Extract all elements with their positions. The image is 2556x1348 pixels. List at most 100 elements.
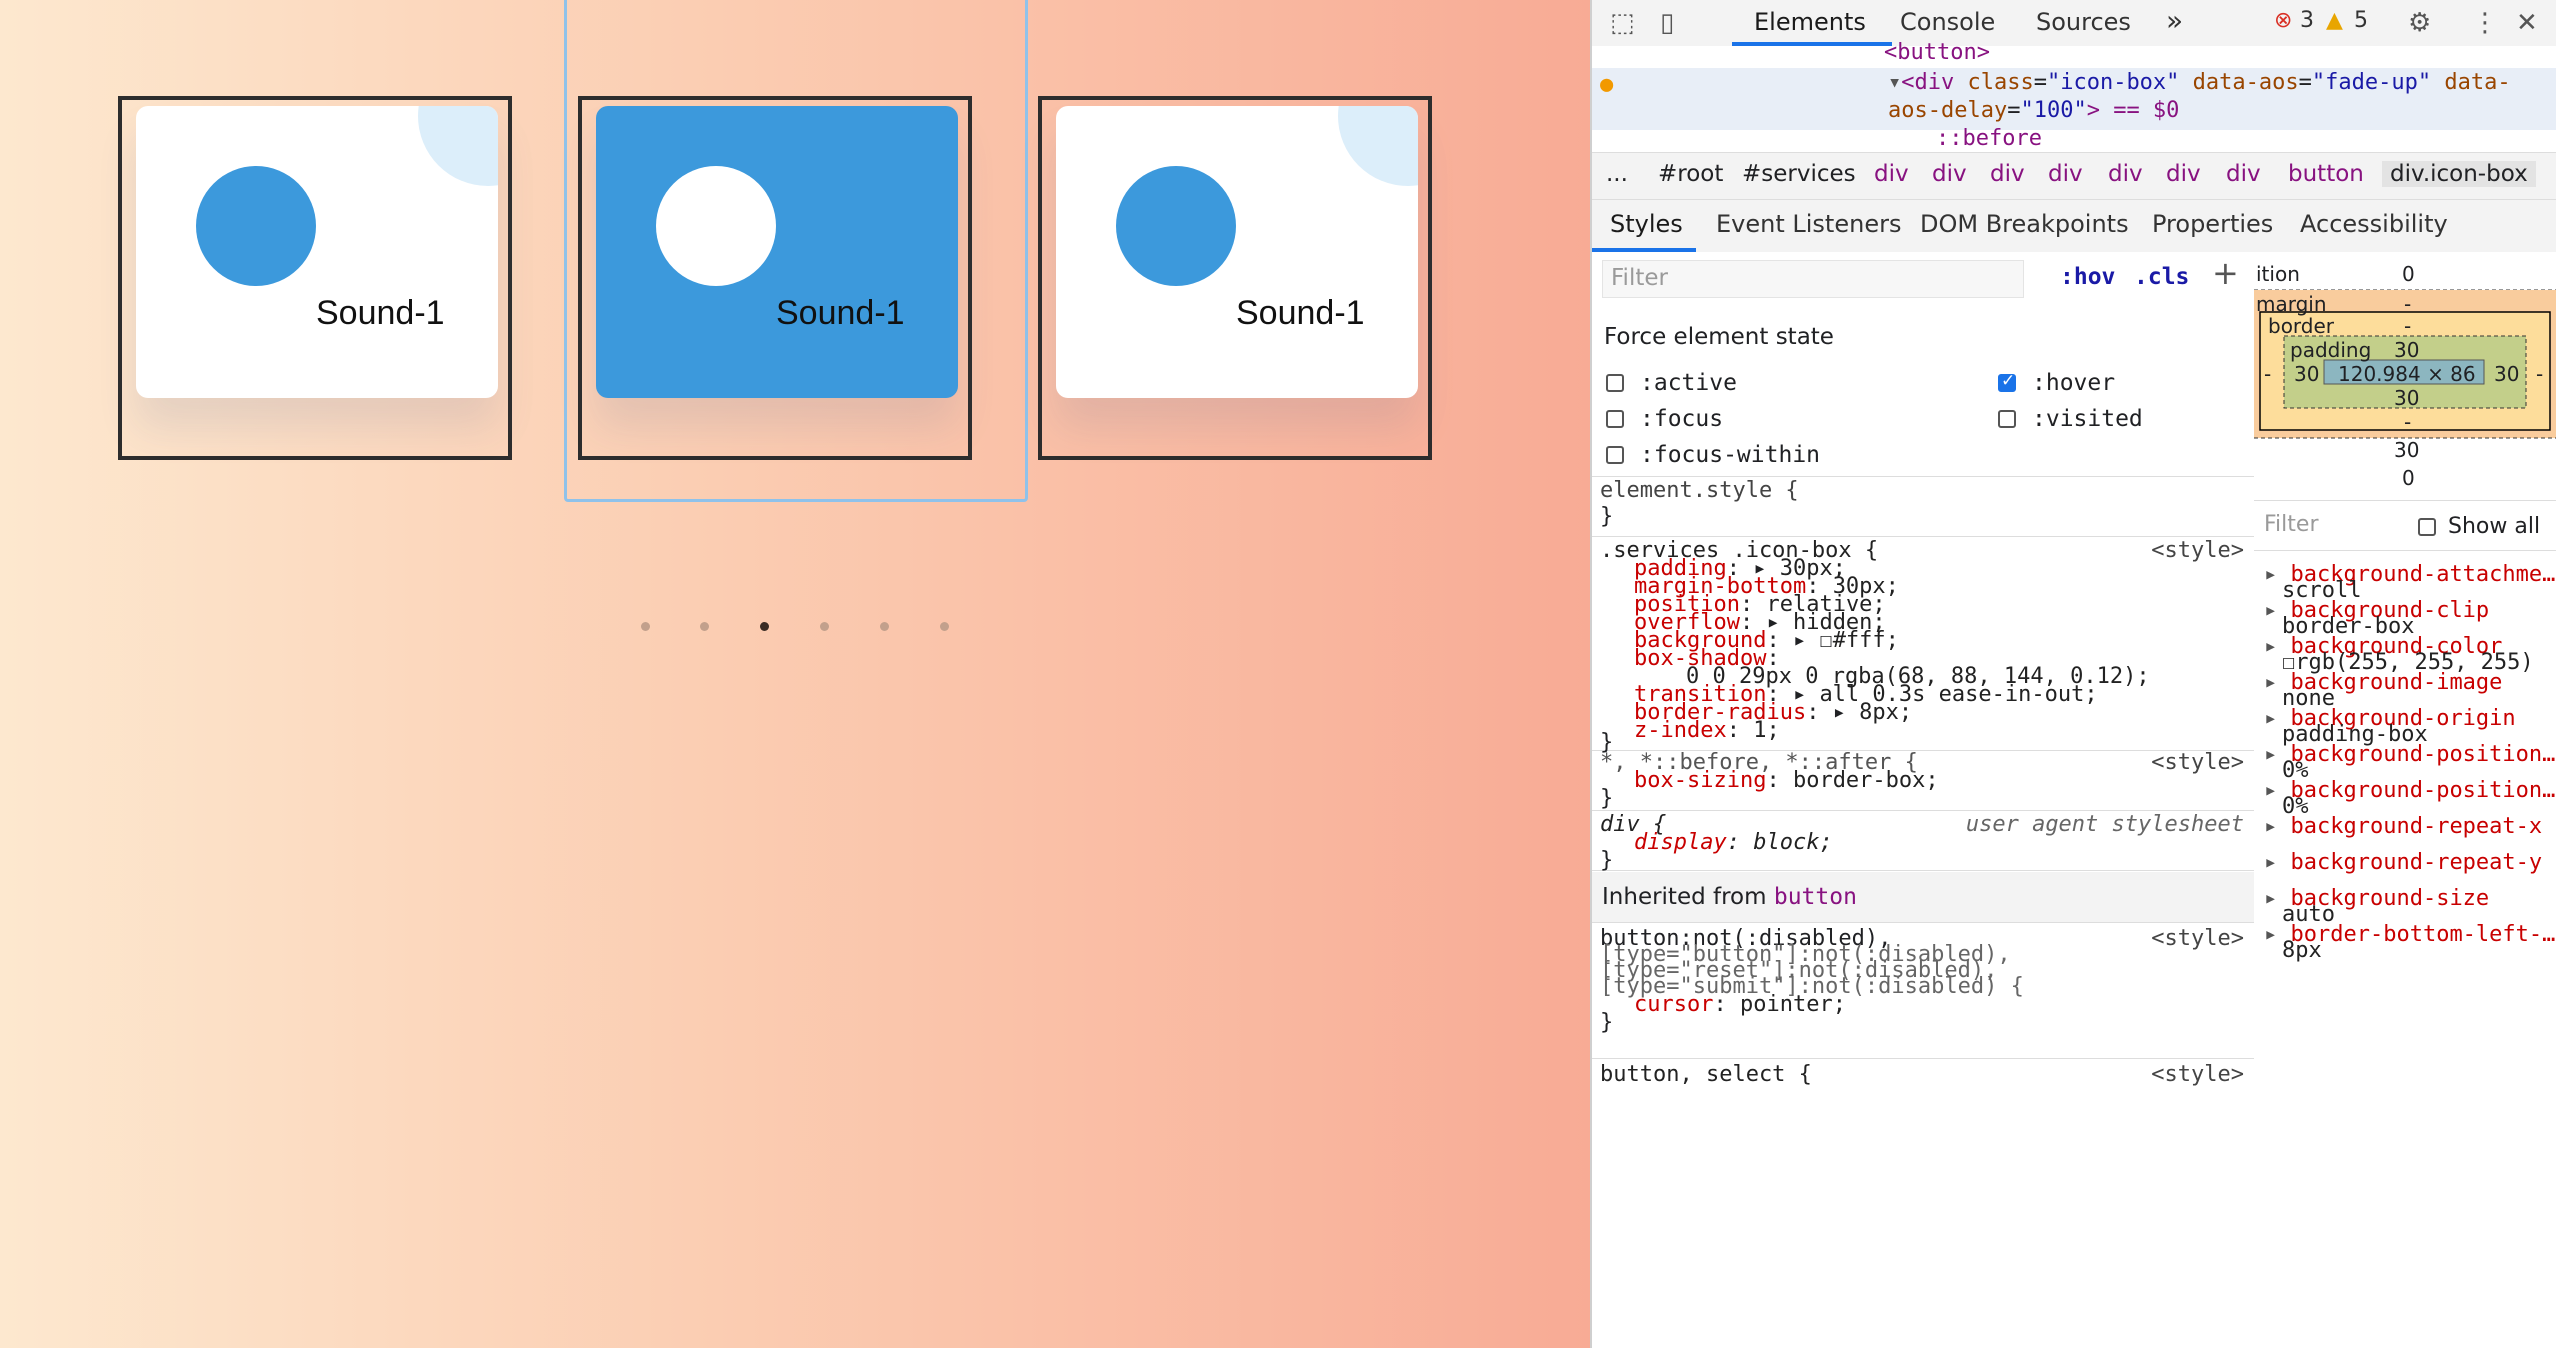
dom-node-icon-box[interactable]: ▾<div class="icon-box" data-aos="fade-up… <box>1888 70 2511 95</box>
border-bottom-value[interactable]: - <box>2404 410 2411 434</box>
breadcrumb-item[interactable]: div <box>2226 161 2261 187</box>
content-size[interactable]: 120.984 × 86 <box>2338 362 2476 386</box>
subtab-event-listeners[interactable]: Event Listeners <box>1716 210 1901 238</box>
error-icon[interactable]: ⊗ <box>2274 8 2292 33</box>
closing-brace: } <box>1600 848 1614 873</box>
style-rule-button: button:not(:disabled), <style> [type="bu… <box>1592 924 2254 1059</box>
carousel-dot[interactable] <box>700 622 709 631</box>
breadcrumb-item[interactable]: div <box>2166 161 2201 187</box>
rule-selector[interactable]: button, select { <box>1600 1062 1812 1087</box>
circle-icon <box>1116 166 1236 286</box>
padding-right-value[interactable]: 30 <box>2494 362 2519 386</box>
computed-prop[interactable]: ▸ background-repeat-x <box>2264 814 2542 839</box>
breadcrumb-item[interactable]: div <box>2108 161 2143 187</box>
position-top-value[interactable]: 0 <box>2402 262 2415 286</box>
icon-box[interactable]: Sound-1 <box>136 106 498 398</box>
new-style-rule-icon[interactable]: + <box>2212 254 2239 292</box>
subtab-styles[interactable]: Styles <box>1610 210 1683 238</box>
styles-filter-input[interactable]: Filter <box>1602 260 2024 298</box>
state-focus-checkbox[interactable] <box>1606 410 1624 428</box>
carousel-dot[interactable] <box>641 622 650 631</box>
hov-toggle[interactable]: :hov <box>2060 264 2115 290</box>
breadcrumb-item[interactable]: #root <box>1658 161 1723 187</box>
breadcrumb-item[interactable]: div <box>2048 161 2083 187</box>
inherited-from-link[interactable]: button <box>1774 884 1857 910</box>
position-bottom-value[interactable]: 0 <box>2402 466 2415 490</box>
state-focus-within-label: :focus-within <box>1640 442 1821 468</box>
rule-source-link[interactable]: <style> <box>2151 926 2244 951</box>
dom-tree: <button> ● ▾<div class="icon-box" data-a… <box>1592 40 2556 152</box>
subtab-dom-breakpoints[interactable]: DOM Breakpoints <box>1920 210 2129 238</box>
carousel-dot-active[interactable] <box>760 622 769 631</box>
state-focus-within-checkbox[interactable] <box>1606 446 1624 464</box>
device-toolbar-icon[interactable]: ▯ <box>1660 8 1674 38</box>
breadcrumb-item[interactable]: div <box>1932 161 1967 187</box>
breadcrumb-item[interactable]: ... <box>1606 161 1628 187</box>
elements-subtabs: Styles Event Listeners DOM Breakpoints P… <box>1592 200 2556 254</box>
subtab-accessibility[interactable]: Accessibility <box>2300 210 2448 238</box>
border-right-value[interactable]: - <box>2536 362 2543 386</box>
padding-label: padding <box>2290 338 2372 362</box>
inherited-label: Inherited from button <box>1602 884 1857 910</box>
warning-icon[interactable]: ▲ <box>2326 8 2343 33</box>
tab-console[interactable]: Console <box>1900 8 1995 36</box>
breadcrumb-item[interactable]: div <box>1874 161 1909 187</box>
element-style-selector[interactable]: element.style { <box>1600 478 1799 503</box>
show-all-checkbox[interactable] <box>2418 518 2436 536</box>
inspect-element-icon[interactable]: ⬚ <box>1610 8 1635 38</box>
breadcrumb-item[interactable]: button <box>2288 161 2364 187</box>
breadcrumb-item-current[interactable]: div.icon-box <box>2382 161 2536 187</box>
rule-source-link[interactable]: <style> <box>2151 1062 2244 1087</box>
margin-bottom-value[interactable]: 30 <box>2394 438 2419 462</box>
inherited-header: Inherited from button <box>1592 872 2254 923</box>
subtab-properties[interactable]: Properties <box>2152 210 2273 238</box>
prop-display[interactable]: display: block; <box>1634 830 1833 855</box>
rule-source-link[interactable]: <style> <box>2151 538 2244 563</box>
prop-z-index[interactable]: z-index: 1; <box>1634 718 1780 743</box>
cls-toggle[interactable]: .cls <box>2134 264 2189 290</box>
breadcrumb-item[interactable]: #services <box>1742 161 1856 187</box>
computed-filter-input[interactable]: Filter <box>2264 512 2318 537</box>
carousel-dot[interactable] <box>820 622 829 631</box>
border-top-value[interactable]: - <box>2404 314 2411 338</box>
state-active-checkbox[interactable] <box>1606 374 1624 392</box>
dom-node-attr-line[interactable]: aos-delay="100"> == $0 <box>1888 98 2179 123</box>
tab-elements[interactable]: Elements <box>1754 8 1866 36</box>
error-count[interactable]: 3 <box>2300 8 2314 33</box>
more-options-icon[interactable]: ⋮ <box>2472 8 2498 38</box>
force-state-title: Force element state <box>1604 324 1834 350</box>
dom-node-button[interactable]: <button> <box>1884 40 1990 65</box>
dom-node-before[interactable]: ::before <box>1936 126 2042 151</box>
node-modified-indicator: ● <box>1600 72 1614 97</box>
computed-prop[interactable]: ▸ background-repeat-y <box>2264 850 2542 875</box>
position-label: ition <box>2256 262 2300 286</box>
service-card-1[interactable]: Sound-1 <box>118 96 512 460</box>
icon-box[interactable]: Sound-1 <box>1056 106 1418 398</box>
rule-source-link[interactable]: <style> <box>2151 750 2244 775</box>
more-tabs-icon[interactable]: » <box>2166 4 2183 37</box>
style-rule-universal: *, *::before, *::after { <style> box-siz… <box>1592 750 2254 811</box>
prop-cursor[interactable]: cursor: pointer; <box>1634 992 1846 1017</box>
margin-top-value[interactable]: - <box>2404 292 2411 316</box>
padding-top-value[interactable]: 30 <box>2394 338 2419 362</box>
closing-brace: } <box>1600 786 1614 811</box>
carousel-dot[interactable] <box>880 622 889 631</box>
state-visited-checkbox[interactable] <box>1998 410 2016 428</box>
breadcrumb-item[interactable]: div <box>1990 161 2025 187</box>
show-all-label: Show all <box>2448 514 2541 539</box>
padding-bottom-value[interactable]: 30 <box>2394 386 2419 410</box>
state-hover-checkbox[interactable] <box>1998 371 2016 392</box>
settings-gear-icon[interactable]: ⚙ <box>2408 8 2431 38</box>
border-left-value[interactable]: - <box>2264 362 2271 386</box>
tab-sources[interactable]: Sources <box>2036 8 2131 36</box>
border-label: border <box>2268 314 2335 338</box>
devtools-panel: ⬚ ▯ Elements Console Sources » ⊗ 3 ▲ 5 ⚙… <box>1590 0 2556 1348</box>
state-hover-label: :hover <box>2032 370 2116 396</box>
carousel-dot[interactable] <box>940 622 949 631</box>
close-icon[interactable]: ✕ <box>2516 8 2538 38</box>
force-element-state: Force element state :active :focus :focu… <box>1592 304 2254 477</box>
warning-count[interactable]: 5 <box>2354 8 2368 33</box>
prop-box-sizing[interactable]: box-sizing: border-box; <box>1634 768 1939 793</box>
service-card-3[interactable]: Sound-1 <box>1038 96 1432 460</box>
padding-left-value[interactable]: 30 <box>2294 362 2319 386</box>
